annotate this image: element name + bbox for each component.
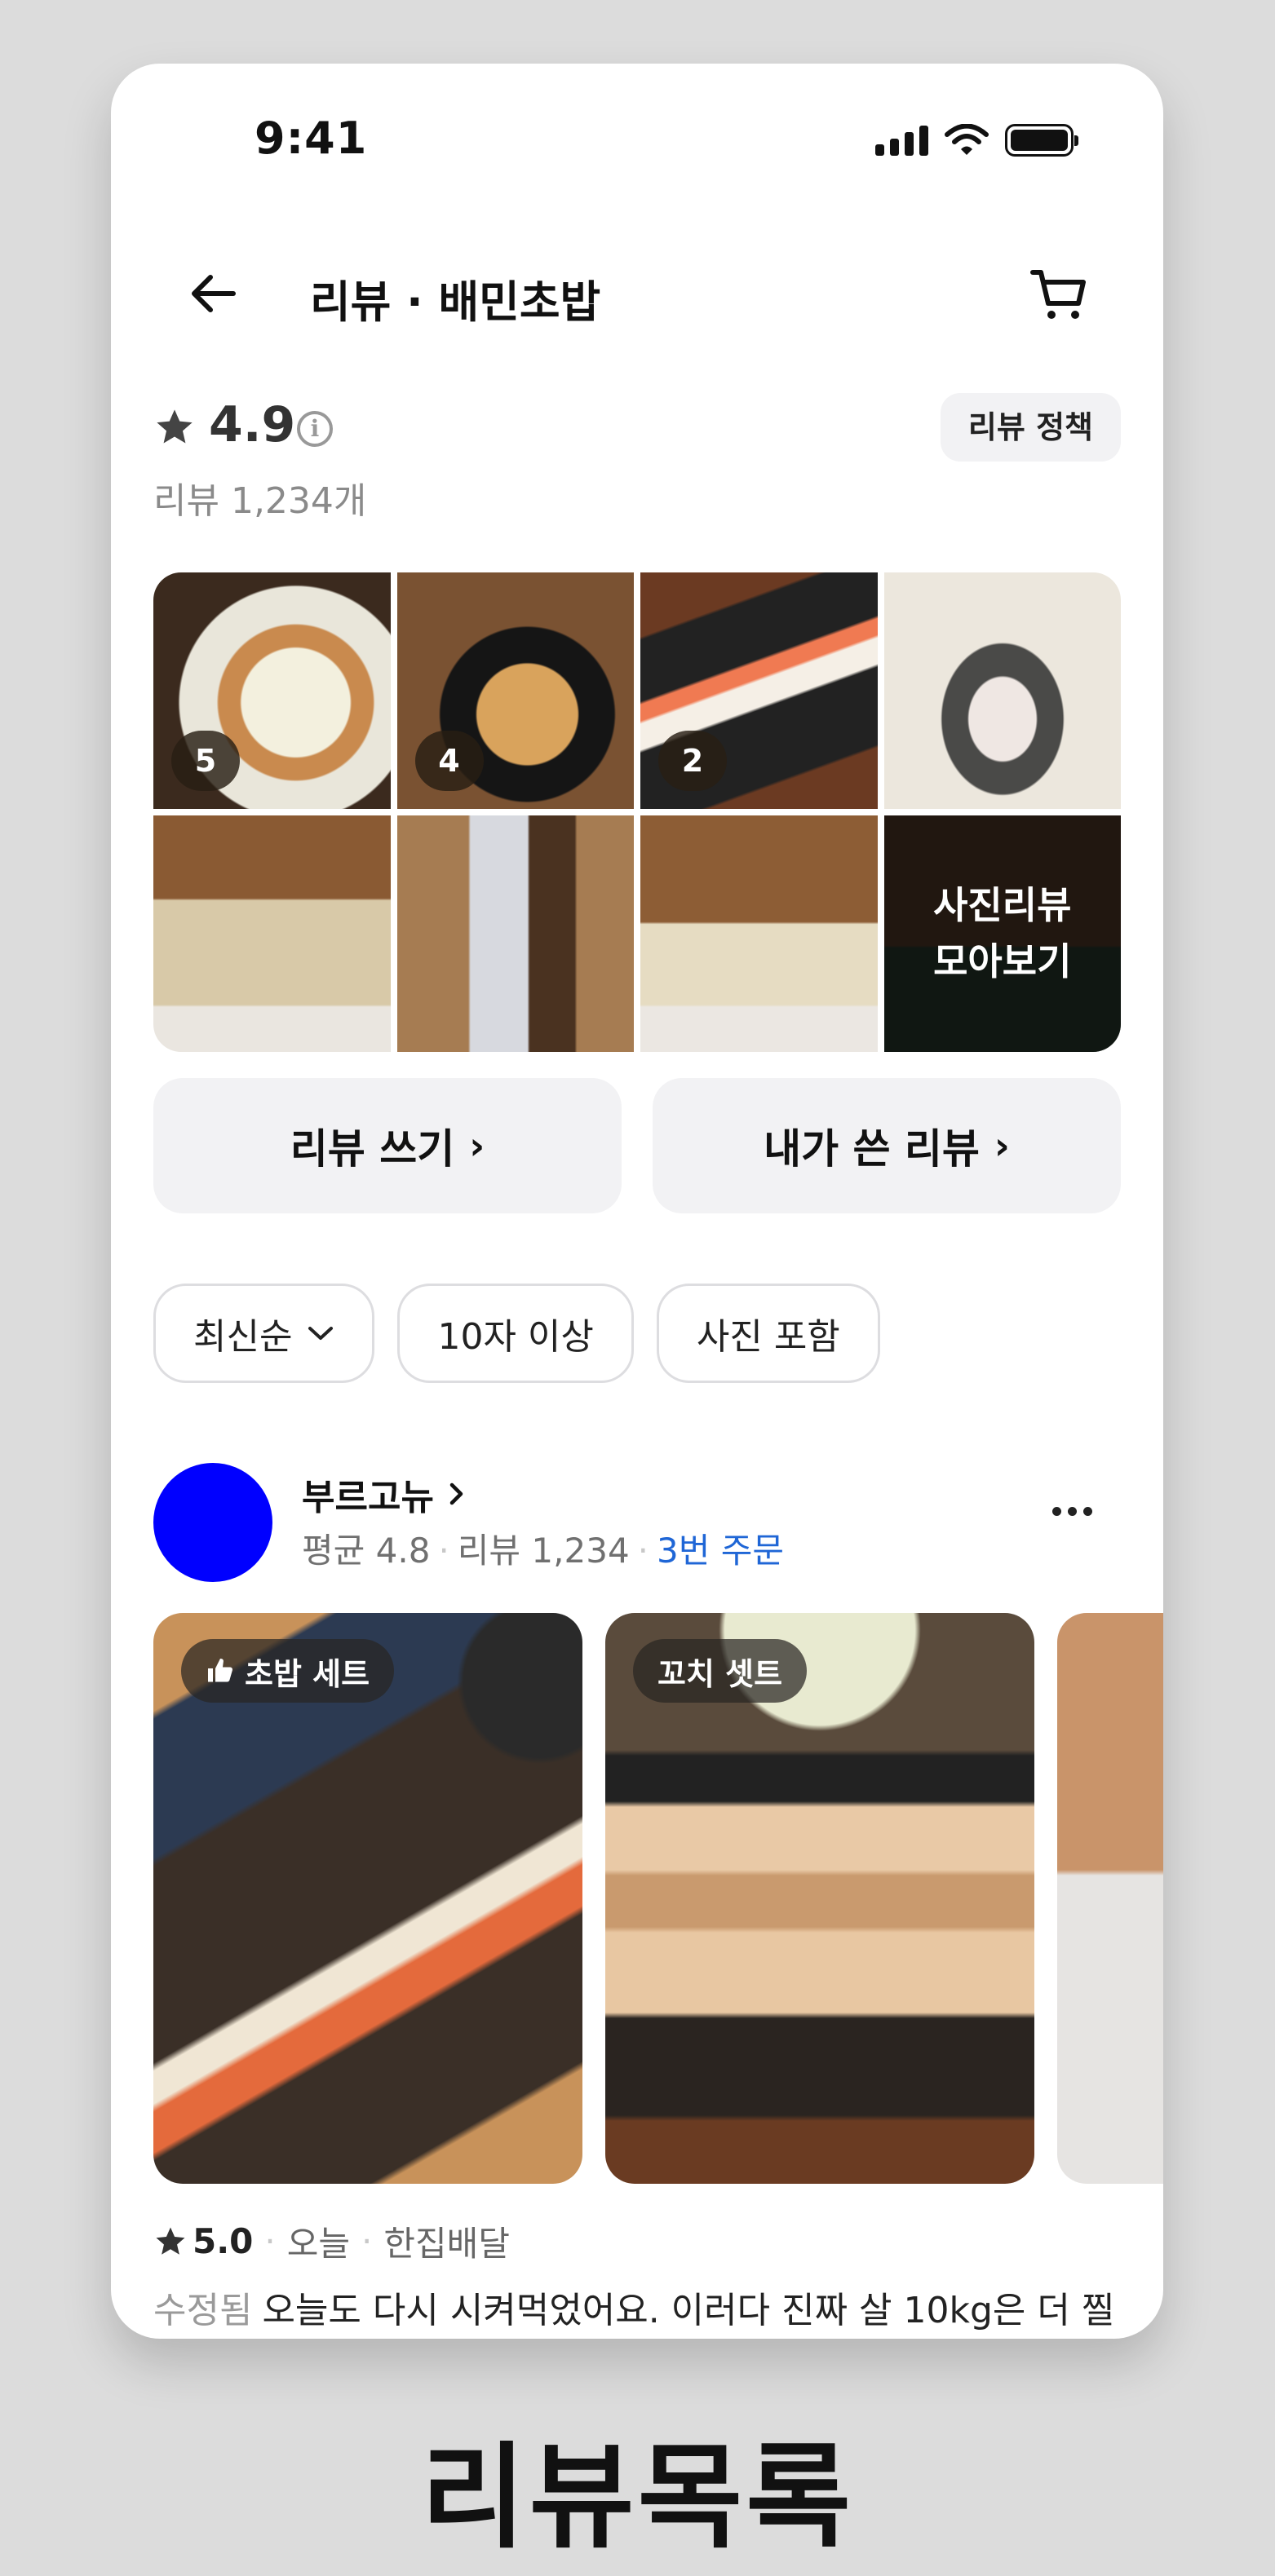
battery-icon [1005, 124, 1078, 157]
more-options-icon[interactable] [1052, 1499, 1101, 1523]
review-photo[interactable]: 초밥 세트 [153, 1613, 582, 2184]
navigation-bar: 리뷰 · 배민초밥 [111, 243, 1163, 341]
photo-more-label: 사진리뷰 모아보기 [883, 815, 1121, 1052]
write-review-label: 리뷰 쓰기 [290, 1125, 455, 1173]
photo-thumbnail[interactable]: 5 [153, 572, 391, 809]
filter-min-length[interactable]: 10자 이상 [397, 1284, 634, 1383]
write-review-button[interactable]: 리뷰 쓰기 › [153, 1078, 622, 1213]
photo-count-badge: 5 [171, 731, 240, 791]
delivery-type: 한집배달 [383, 2224, 510, 2264]
photo-count-badge: 2 [658, 731, 727, 791]
review-body: 수정됨 오늘도 다시 시켜먹었어요. 이러다 진짜 살 10kg은 더 찔 [153, 2285, 1132, 2339]
review-score: 5.0 [193, 2221, 254, 2261]
review-rating-row: 5.0 · 오늘 · 한집배달 [153, 2216, 510, 2266]
menu-tag: 초밥 세트 [181, 1639, 395, 1703]
photo-thumbnail[interactable]: 2 [640, 572, 878, 809]
photo-thumbnail[interactable] [396, 815, 634, 1052]
chevron-right-icon: › [994, 1124, 1010, 1168]
wifi-icon [945, 124, 989, 155]
edited-label: 수정됨 [153, 2290, 253, 2331]
chevron-right-icon [449, 1482, 463, 1505]
avatar[interactable] [153, 1463, 272, 1582]
my-reviews-label: 내가 쓴 리뷰 [764, 1125, 980, 1173]
photo-more-tile[interactable]: 사진리뷰 모아보기 [883, 815, 1121, 1052]
my-reviews-button[interactable]: 내가 쓴 리뷰 › [653, 1078, 1121, 1213]
info-icon[interactable]: i [297, 411, 333, 447]
review-date: 오늘 [286, 2224, 351, 2264]
order-count: 3번 주문 [657, 1531, 785, 1571]
reviewer-meta: 평균 4.8 · 리뷰 1,234 · 3번 주문 [302, 1531, 785, 1571]
star-icon [157, 409, 193, 444]
thumbs-up-icon [208, 1659, 233, 1682]
reviewer-average: 평균 4.8 [302, 1531, 431, 1571]
cart-icon[interactable] [1026, 261, 1091, 326]
review-count: 리뷰 1,234개 [153, 480, 367, 522]
page-title: 리뷰 · 배민초밥 [310, 276, 601, 328]
screen-caption: 리뷰목록 [420, 2432, 855, 2565]
status-icons [875, 124, 1078, 157]
photo-thumbnail[interactable] [640, 815, 878, 1052]
photo-thumbnail[interactable] [883, 572, 1121, 809]
status-time: 9:41 [255, 113, 368, 164]
review-photo[interactable] [1057, 1613, 1163, 2184]
rating-score: 4.9 [209, 396, 296, 453]
photo-review-grid: 5 4 2 사진리뷰 모아보기 [153, 572, 1121, 1052]
photo-count-badge: 4 [414, 731, 484, 791]
review-text: 오늘도 다시 시켜먹었어요. 이러다 진짜 살 10kg은 더 찔 [262, 2290, 1115, 2331]
back-arrow-icon[interactable] [184, 264, 243, 323]
signal-icon [875, 125, 928, 156]
chevron-right-icon: › [469, 1124, 485, 1168]
chevron-down-icon [308, 1327, 334, 1340]
star-icon [156, 2227, 185, 2255]
photo-thumbnail[interactable]: 4 [396, 572, 634, 809]
reviewer-name: 부르고뉴 [302, 1477, 434, 1518]
review-photo[interactable]: 꼬치 셋트 [605, 1613, 1034, 2184]
sort-label: 최신순 [193, 1316, 293, 1358]
sort-dropdown[interactable]: 최신순 [153, 1284, 375, 1383]
menu-tag-label: 꼬치 셋트 [657, 1655, 783, 1692]
filter-chips: 최신순 10자 이상 사진 포함 [153, 1284, 880, 1383]
reviewer-review-count: 리뷰 1,234 [457, 1531, 630, 1571]
filter-with-photo[interactable]: 사진 포함 [656, 1284, 880, 1383]
menu-tag-label: 초밥 세트 [245, 1655, 370, 1692]
photo-thumbnail[interactable] [153, 815, 391, 1052]
review-policy-button[interactable]: 리뷰 정책 [940, 393, 1121, 462]
phone-screen: 9:41 리뷰 · 배민초밥 4.9 i 리뷰 1,234개 리뷰 정책 5 4… [111, 64, 1163, 2339]
reviewer-name-link[interactable]: 부르고뉴 [302, 1468, 465, 1520]
menu-tag: 꼬치 셋트 [633, 1639, 808, 1703]
